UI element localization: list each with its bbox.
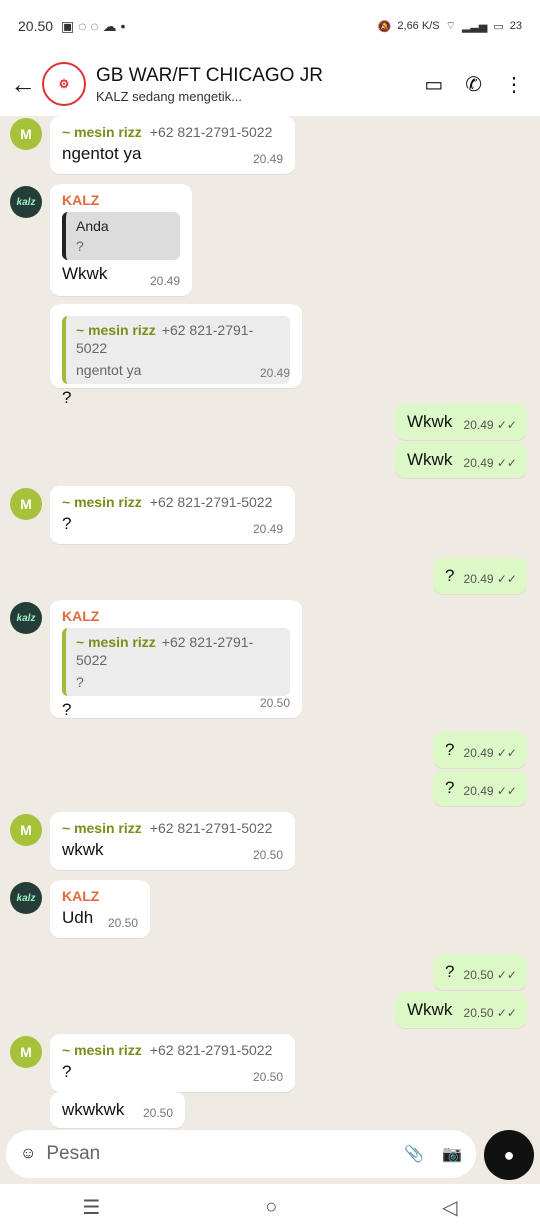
signal-icon: ▂▃▅ <box>461 20 488 33</box>
quoted-message[interactable]: ~ mesin rizz +62 821-2791-5022 ngentot ya <box>62 316 290 384</box>
incoming-message[interactable]: ~ mesin rizz +62 821-2791-5022 ? 20.50 <box>50 1034 295 1092</box>
status-time: 20.50 <box>18 18 54 34</box>
message-composer: ☺ Pesan 📎 📷 ● <box>0 1130 540 1184</box>
incoming-message[interactable]: KALZ Udh 20.50 <box>50 880 150 938</box>
group-avatar[interactable]: ⚙ <box>42 62 86 106</box>
quoted-message[interactable]: ~ mesin rizz +62 821-2791-5022 ? <box>62 628 290 696</box>
message-input[interactable]: ☺ Pesan 📎 📷 <box>6 1130 476 1178</box>
message-placeholder[interactable]: Pesan <box>46 1143 404 1165</box>
status-bar: 20.50 ▣ ◌ ◌ ☁ • 🔕 2,66 K/S ⌔ ▂▃▅ ▭ 23 <box>0 0 540 52</box>
back-nav-icon[interactable]: ◁ <box>442 1195 457 1220</box>
incoming-message[interactable]: KALZ ~ mesin rizz +62 821-2791-5022 ? ? 2… <box>50 600 302 719</box>
system-nav-bar: ☰ ○ ◁ <box>0 1184 540 1230</box>
back-icon[interactable]: ← <box>10 69 38 100</box>
outgoing-message[interactable]: Wkwk 20.49 ✓✓ <box>395 404 527 440</box>
mute-icon: 🔕 <box>377 20 392 33</box>
outgoing-message[interactable]: ? 20.49 ✓✓ <box>433 558 527 594</box>
status-left: 20.50 ▣ ◌ ◌ ☁ • <box>18 18 125 35</box>
outgoing-message[interactable]: ? 20.49 ✓✓ <box>433 770 527 806</box>
battery-icon: ▭ <box>493 20 504 33</box>
chat-title: GB WAR/FT CHICAGO JR <box>96 64 323 86</box>
home-icon[interactable]: ○ <box>265 1196 277 1219</box>
network-speed: 2,66 K/S <box>397 20 440 32</box>
video-call-icon[interactable]: ▭ <box>424 72 443 97</box>
more-icon[interactable]: ⋮ <box>504 72 524 97</box>
sticker-icon[interactable]: ☺ <box>20 1145 36 1163</box>
wifi-icon: ⌔ <box>445 20 456 32</box>
status-right: 🔕 2,66 K/S ⌔ ▂▃▅ ▭ 23 <box>378 19 522 33</box>
incoming-message[interactable]: ~ mesin rizz +62 821-2791-5022 ngentot ya… <box>50 116 295 174</box>
attach-icon[interactable]: 📎 <box>404 1144 424 1164</box>
outgoing-message[interactable]: ? 20.50 ✓✓ <box>433 954 527 990</box>
incoming-message[interactable]: ~ mesin rizz +62 821-2791-5022 ngentot ya… <box>50 304 302 407</box>
kalz-avatar[interactable]: kalz <box>10 186 42 218</box>
chat-area: M ~ mesin rizz +62 821-2791-5022 ngentot … <box>0 116 540 1130</box>
call-icon[interactable]: ✆ <box>465 72 482 97</box>
camera-icon[interactable]: 📷 <box>442 1144 462 1164</box>
mic-icon[interactable]: ● <box>484 1130 534 1180</box>
typing-indicator: KALZ sedang mengetik... <box>96 88 242 104</box>
sender-avatar[interactable]: M <box>10 118 42 150</box>
chat-title-block[interactable]: GB WAR/FT CHICAGO JR KALZ sedang mengeti… <box>96 65 424 104</box>
sender-avatar[interactable]: M <box>10 488 42 520</box>
sender-avatar[interactable]: M <box>10 814 42 846</box>
incoming-message[interactable]: wkwkwk 20.50 <box>50 1092 185 1128</box>
notification-icons: ▣ ◌ ◌ ☁ • <box>61 17 126 34</box>
sender-avatar[interactable]: M <box>10 1036 42 1068</box>
outgoing-message[interactable]: Wkwk 20.50 ✓✓ <box>395 992 527 1028</box>
outgoing-message[interactable]: ? 20.49 ✓✓ <box>433 732 527 768</box>
chat-header: ← ⚙ GB WAR/FT CHICAGO JR KALZ sedang men… <box>0 52 540 116</box>
recent-apps-icon[interactable]: ☰ <box>82 1195 100 1220</box>
incoming-message[interactable]: KALZ Anda ? Wkwk 20.49 <box>50 184 192 296</box>
kalz-avatar[interactable]: kalz <box>10 882 42 914</box>
battery-level: 23 <box>509 20 522 32</box>
incoming-message[interactable]: ~ mesin rizz +62 821-2791-5022 ? 20.49 <box>50 486 295 544</box>
outgoing-message[interactable]: Wkwk 20.49 ✓✓ <box>395 442 527 478</box>
header-actions: ▭ ✆ ⋮ <box>424 72 524 97</box>
quoted-message[interactable]: Anda ? <box>62 212 180 260</box>
kalz-avatar[interactable]: kalz <box>10 602 42 634</box>
incoming-message[interactable]: ~ mesin rizz +62 821-2791-5022 wkwk 20.50 <box>50 812 295 870</box>
